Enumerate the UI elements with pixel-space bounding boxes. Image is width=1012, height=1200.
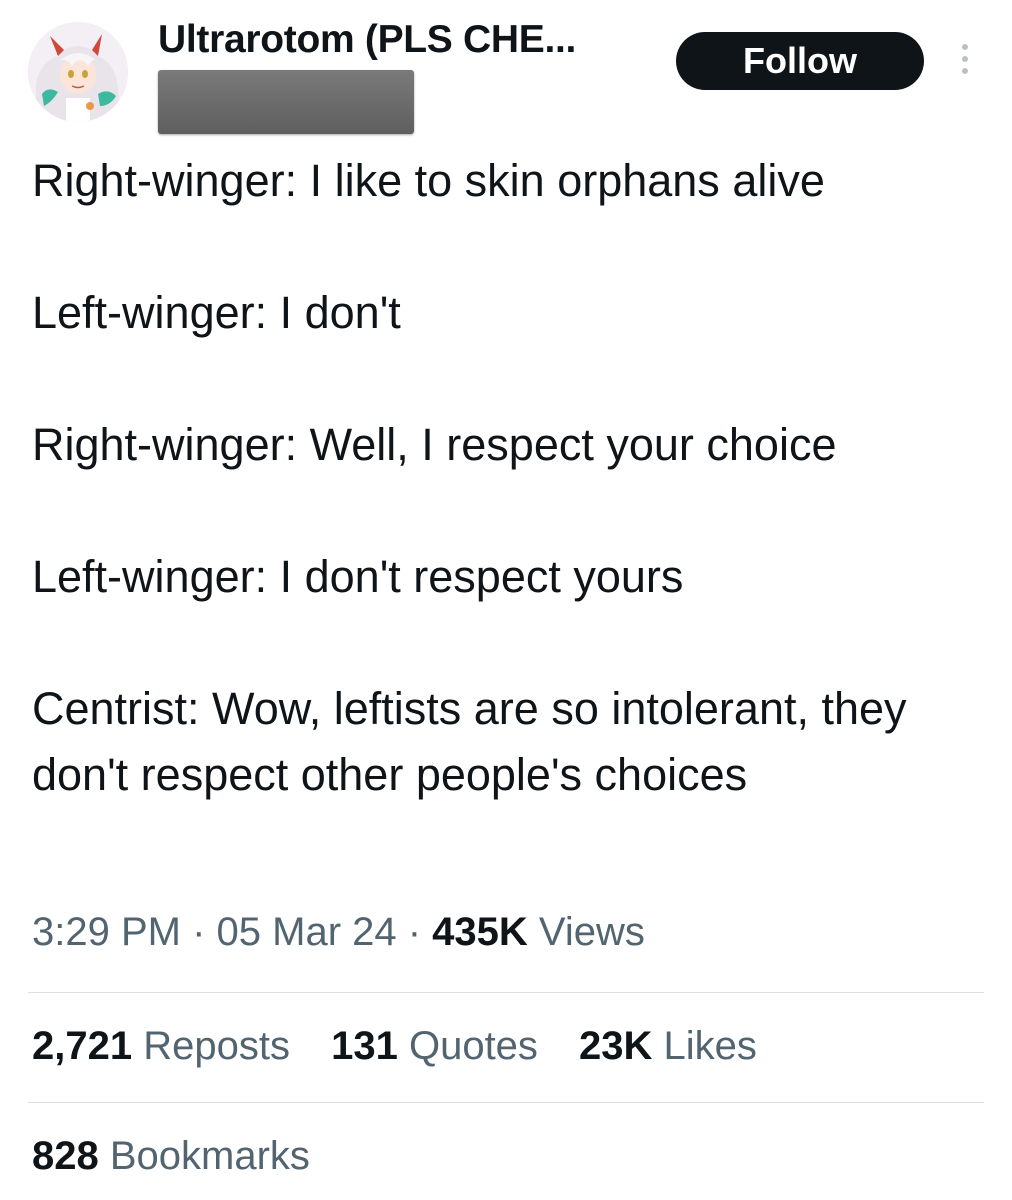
tweet-text: Right-winger: I like to skin orphans ali… — [32, 148, 982, 808]
more-dot — [962, 44, 968, 50]
reposts-count: 2,721 — [32, 1024, 133, 1068]
meta-separator: · — [180, 910, 217, 954]
tweet-card: Ultrarotom (PLS CHE... Follow Right-wing… — [0, 0, 1012, 1200]
likes-count: 23K — [579, 1024, 653, 1068]
engagement-stats: 2,721 Reposts 131 Quotes 23K Likes — [32, 1024, 787, 1069]
more-dot — [962, 56, 968, 62]
tweet-date[interactable]: 05 Mar 24 — [217, 910, 397, 954]
tweet-meta: 3:29 PM · 05 Mar 24 · 435K Views — [32, 910, 645, 955]
tweet-line: Centrist: Wow, leftists are so intoleran… — [32, 683, 907, 800]
author-display-name[interactable]: Ultrarotom (PLS CHE... — [158, 18, 576, 62]
divider — [28, 1102, 984, 1103]
views-count: 435K — [432, 910, 528, 954]
more-dot — [962, 68, 968, 74]
meta-separator: · — [396, 910, 433, 954]
tweet-line: Right-winger: I like to skin orphans ali… — [32, 155, 825, 206]
tweet-time[interactable]: 3:29 PM — [32, 910, 181, 954]
likes-label: Likes — [652, 1024, 757, 1068]
follow-button[interactable]: Follow — [676, 32, 924, 90]
tweet-line: Left-winger: I don't — [32, 287, 401, 338]
reposts-label: Reposts — [132, 1024, 290, 1068]
avatar[interactable] — [28, 22, 128, 122]
divider — [28, 992, 984, 993]
quotes-label: Quotes — [397, 1024, 538, 1068]
tweet-line: Right-winger: Well, I respect your choic… — [32, 419, 837, 470]
quotes-count: 131 — [331, 1024, 398, 1068]
views-label: Views — [527, 910, 645, 954]
more-options-icon[interactable] — [956, 44, 974, 80]
anime-character-avatar-icon — [28, 22, 128, 122]
quotes-stat[interactable]: 131 Quotes — [331, 1024, 538, 1068]
bookmarks-label: Bookmarks — [98, 1134, 310, 1178]
tweet-line: Left-winger: I don't respect yours — [32, 551, 684, 602]
redacted-handle — [158, 70, 414, 134]
reposts-stat[interactable]: 2,721 Reposts — [32, 1024, 290, 1068]
bookmarks-count: 828 — [32, 1134, 99, 1178]
likes-stat[interactable]: 23K Likes — [579, 1024, 757, 1068]
bookmarks-stat[interactable]: 828 Bookmarks — [32, 1134, 310, 1179]
